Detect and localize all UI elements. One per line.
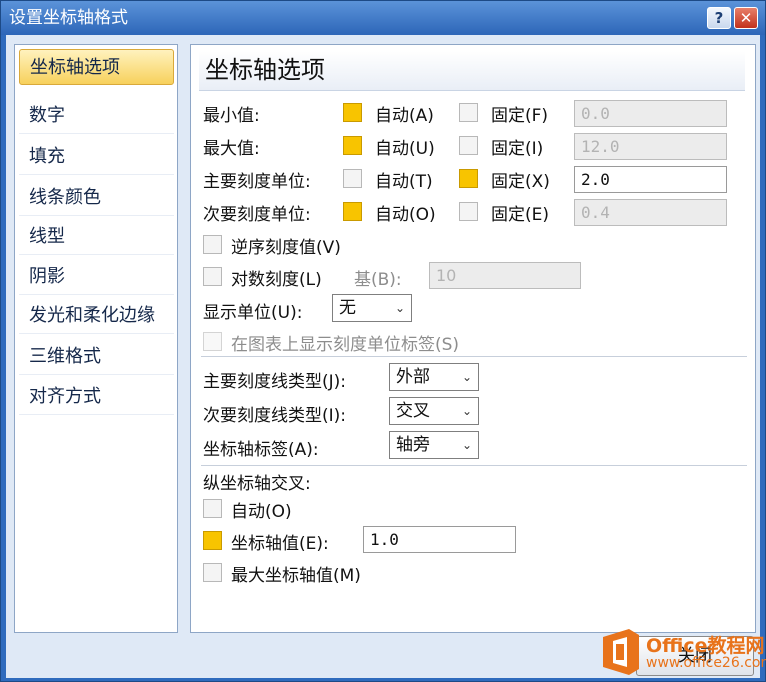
max-auto-checkbox[interactable] (343, 136, 362, 155)
nav-item-fill[interactable]: 填充 (19, 139, 174, 175)
dialog-title: 设置坐标轴格式 (9, 8, 128, 28)
crosses-auto-checkbox[interactable] (203, 499, 222, 518)
min-value-field[interactable]: 0.0 (574, 100, 727, 127)
min-fixed-label: 固定(F) (491, 106, 549, 126)
minor-unit-auto-label: 自动(O) (375, 205, 436, 225)
major-tick-dropdown[interactable]: 外部 ⌄ (389, 363, 479, 391)
major-tick-value: 外部 (396, 367, 430, 387)
minor-unit-fixed-checkbox[interactable] (459, 202, 478, 221)
chevron-down-icon: ⌄ (461, 404, 472, 418)
nav-item-line-color[interactable]: 线条颜色 (19, 180, 174, 216)
max-auto-label: 自动(U) (375, 139, 435, 159)
crosses-auto-label: 自动(O) (231, 502, 292, 522)
max-label: 最大值: (203, 139, 260, 159)
category-list: 坐标轴选项 数字 填充 线条颜色 线型 阴影 发光和柔化边缘 三维格式 对齐方式 (14, 44, 178, 633)
reverse-order-checkbox[interactable] (203, 235, 222, 254)
nav-item-alignment[interactable]: 对齐方式 (19, 379, 174, 415)
max-fixed-checkbox[interactable] (459, 136, 478, 155)
min-auto-label: 自动(A) (375, 106, 434, 126)
watermark-title: Office教程网 (646, 635, 765, 657)
office-logo-icon (603, 629, 639, 675)
axis-labels-dropdown[interactable]: 轴旁 ⌄ (389, 431, 479, 459)
minor-unit-label: 次要刻度单位: (203, 205, 311, 225)
panel-title: 坐标轴选项 (199, 51, 745, 91)
close-window-button[interactable]: ✕ (734, 7, 758, 29)
min-auto-checkbox[interactable] (343, 103, 362, 122)
min-fixed-checkbox[interactable] (459, 103, 478, 122)
nav-item-shadow[interactable]: 阴影 (19, 259, 174, 295)
min-label: 最小值: (203, 106, 260, 126)
axis-labels-label: 坐标轴标签(A): (203, 440, 319, 460)
major-unit-fixed-label: 固定(X) (491, 172, 550, 192)
chevron-down-icon: ⌄ (461, 370, 472, 384)
section-divider (201, 465, 747, 466)
axis-options-panel: 坐标轴选项 最小值: 自动(A) 固定(F) 0.0 最大值: 自动(U) 固定… (190, 44, 756, 633)
nav-item-axis-options[interactable]: 坐标轴选项 (19, 49, 174, 85)
major-tick-label: 主要刻度线类型(J): (203, 372, 347, 392)
help-button[interactable]: ? (707, 7, 731, 29)
nav-item-3d-format[interactable]: 三维格式 (19, 339, 174, 375)
dialog-window: 设置坐标轴格式 ? ✕ 坐标轴选项 数字 填充 线条颜色 线型 阴影 发光和柔化… (0, 0, 766, 682)
major-unit-label: 主要刻度单位: (203, 172, 311, 192)
crosses-max-label: 最大坐标轴值(M) (231, 566, 361, 586)
nav-item-glow-soft-edges[interactable]: 发光和柔化边缘 (19, 298, 174, 334)
title-bar[interactable]: 设置坐标轴格式 ? ✕ (1, 1, 765, 35)
crosses-value-label: 坐标轴值(E): (231, 534, 329, 554)
minor-tick-value: 交叉 (396, 401, 430, 421)
major-unit-auto-checkbox[interactable] (343, 169, 362, 188)
crosses-value-field[interactable]: 1.0 (363, 526, 516, 553)
log-base-field[interactable]: 10 (429, 262, 581, 289)
major-unit-fixed-checkbox[interactable] (459, 169, 478, 188)
show-units-label: 在图表上显示刻度单位标签(S) (231, 335, 460, 355)
axis-labels-value: 轴旁 (396, 435, 430, 455)
chevron-down-icon: ⌄ (461, 438, 472, 452)
crosses-label: 纵坐标轴交叉: (203, 474, 311, 494)
minor-unit-value-field[interactable]: 0.4 (574, 199, 727, 226)
nav-item-line-style[interactable]: 线型 (19, 219, 174, 255)
minor-tick-dropdown[interactable]: 交叉 ⌄ (389, 397, 479, 425)
minor-unit-fixed-label: 固定(E) (491, 205, 550, 225)
show-units-checkbox[interactable] (203, 332, 222, 351)
chevron-down-icon: ⌄ (394, 301, 405, 315)
major-unit-auto-label: 自动(T) (375, 172, 433, 192)
minor-unit-auto-checkbox[interactable] (343, 202, 362, 221)
minor-tick-label: 次要刻度线类型(I): (203, 406, 347, 426)
watermark-url: www.office26.com (646, 655, 766, 671)
crosses-value-checkbox[interactable] (203, 531, 222, 550)
crosses-max-checkbox[interactable] (203, 563, 222, 582)
max-fixed-label: 固定(I) (491, 139, 544, 159)
dialog-body: 坐标轴选项 数字 填充 线条颜色 线型 阴影 发光和柔化边缘 三维格式 对齐方式… (6, 35, 760, 678)
display-units-dropdown[interactable]: 无 ⌄ (332, 294, 412, 322)
log-base-label: 基(B): (354, 270, 402, 290)
max-value-field[interactable]: 12.0 (574, 133, 727, 160)
major-unit-value-field[interactable]: 2.0 (574, 166, 727, 193)
display-units-value: 无 (339, 298, 356, 318)
nav-item-number[interactable]: 数字 (19, 98, 174, 134)
section-divider (201, 356, 747, 357)
log-scale-label: 对数刻度(L) (231, 270, 322, 290)
log-scale-checkbox[interactable] (203, 267, 222, 286)
reverse-order-label: 逆序刻度值(V) (231, 238, 341, 258)
display-units-label: 显示单位(U): (203, 303, 303, 323)
